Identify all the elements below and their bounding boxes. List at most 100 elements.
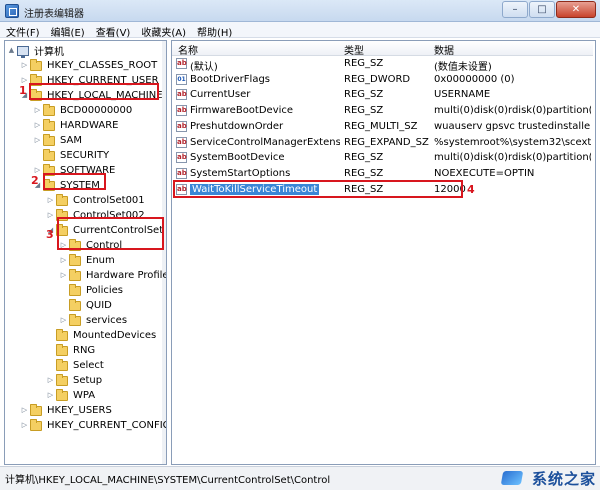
expand-toggle-icon[interactable]: ▷ bbox=[59, 256, 68, 265]
registry-tree: ▲ 计算机 ▷ HKEY_CLASSES_ROOT ▷ HKEY_CURRENT_USER… bbox=[4, 40, 167, 465]
tree-node-label: SAM bbox=[60, 135, 83, 146]
tree-node[interactable]: ▷ SAM bbox=[33, 133, 83, 148]
minimize-button[interactable]: – bbox=[502, 1, 528, 18]
tree-node[interactable]: SECURITY bbox=[33, 148, 110, 163]
expand-toggle-icon[interactable]: ▲ bbox=[7, 46, 16, 55]
value-data: 0x00000000 (0) bbox=[434, 73, 515, 85]
value-type: REG_MULTI_SZ bbox=[344, 120, 418, 132]
annotation-box-1 bbox=[29, 83, 159, 100]
tree-node[interactable]: ▷ HKEY_CURRENT_CONFIG bbox=[20, 418, 167, 433]
tree-scrollbar[interactable] bbox=[162, 41, 166, 464]
tree-node-label: Enum bbox=[86, 255, 115, 266]
folder-icon bbox=[56, 343, 68, 356]
expand-toggle-icon[interactable]: ▷ bbox=[20, 406, 29, 415]
value-data: NOEXECUTE=OPTIN bbox=[434, 167, 535, 179]
value-row[interactable]: ab PreshutdownOrder REG_MULTI_SZ wuauserv g… bbox=[172, 120, 593, 135]
tree-node[interactable]: ▲ 计算机 bbox=[7, 43, 65, 58]
tree-node-label: WPA bbox=[73, 390, 96, 401]
house-logo-icon bbox=[498, 467, 528, 489]
tree-node-label: SECURITY bbox=[60, 150, 110, 161]
annotation-box-2 bbox=[43, 173, 106, 190]
expand-toggle-icon[interactable]: ▷ bbox=[20, 61, 29, 70]
tree-node[interactable]: ▷ services bbox=[59, 313, 128, 328]
tree-node[interactable]: Policies bbox=[59, 283, 124, 298]
menu-view[interactable]: 查看(V) bbox=[90, 22, 136, 39]
value-row[interactable]: ab ServiceControlManagerExtension REG_EXPA… bbox=[172, 136, 593, 151]
value-row[interactable]: ab (默认) REG_SZ (数值未设置) bbox=[172, 57, 593, 73]
close-button[interactable]: ✕ bbox=[556, 1, 596, 18]
expand-toggle-icon[interactable]: ▷ bbox=[33, 106, 42, 115]
string-value-icon: ab bbox=[176, 58, 187, 69]
tree-node-label: HARDWARE bbox=[60, 120, 119, 131]
value-name-text: CurrentUser bbox=[190, 89, 251, 101]
tree-node[interactable]: Select bbox=[46, 358, 105, 373]
string-value-icon: ab bbox=[176, 105, 187, 117]
value-type: REG_SZ bbox=[344, 89, 384, 101]
tree-node[interactable]: ▷ HKEY_CLASSES_ROOT bbox=[20, 58, 158, 73]
folder-icon bbox=[30, 58, 42, 71]
expand-toggle-icon[interactable]: ▷ bbox=[33, 136, 42, 145]
maximize-button[interactable]: □ bbox=[529, 1, 555, 18]
folder-icon bbox=[69, 283, 81, 296]
value-row[interactable]: ab CurrentUser REG_SZ USERNAME bbox=[172, 88, 593, 103]
expand-toggle-icon[interactable]: ▷ bbox=[20, 421, 29, 430]
folder-icon bbox=[56, 388, 68, 401]
menu-help[interactable]: 帮助(H) bbox=[191, 22, 237, 39]
tree-node-label: Select bbox=[73, 360, 104, 371]
tree-node-label: HKEY_USERS bbox=[47, 405, 112, 416]
expand-toggle-icon[interactable]: ▷ bbox=[59, 271, 68, 280]
string-value-icon: ab bbox=[176, 89, 187, 101]
menu-favorites[interactable]: 收藏夹(A) bbox=[135, 22, 191, 39]
tree-node-label: QUID bbox=[86, 300, 112, 311]
tree-node-label: 计算机 bbox=[34, 47, 64, 58]
folder-icon bbox=[43, 118, 55, 131]
annotation-number-3: 3 bbox=[46, 228, 54, 241]
title-bar: 注册表编辑器 – □ ✕ bbox=[0, 0, 600, 22]
tree-node[interactable]: ▷ ControlSet001 bbox=[46, 193, 146, 208]
expand-toggle-icon[interactable]: ▷ bbox=[46, 391, 55, 400]
expand-toggle-icon[interactable]: ▷ bbox=[46, 196, 55, 205]
column-name-header[interactable]: 名称 bbox=[178, 42, 198, 57]
tree-node[interactable]: ▷ HKEY_USERS bbox=[20, 403, 113, 418]
column-data-header[interactable]: 数据 bbox=[434, 42, 454, 57]
value-data: multi(0)disk(0)rdisk(0)partition(1) bbox=[434, 152, 591, 164]
expand-toggle-icon[interactable]: ▷ bbox=[59, 316, 68, 325]
value-row[interactable]: 01 BootDriverFlags REG_DWORD 0x00000000 (0) bbox=[172, 73, 593, 88]
value-row[interactable]: ab SystemBootDevice REG_SZ multi(0)disk(0)r… bbox=[172, 151, 593, 166]
folder-icon bbox=[56, 193, 68, 206]
value-data: USERNAME bbox=[434, 89, 491, 101]
menu-file[interactable]: 文件(F) bbox=[0, 22, 45, 39]
folder-icon bbox=[43, 103, 55, 116]
value-name-text: FirmwareBootDevice bbox=[190, 105, 294, 117]
menu-edit[interactable]: 编辑(E) bbox=[45, 22, 90, 39]
annotation-number-1: 1 bbox=[19, 84, 27, 97]
window-title: 注册表编辑器 bbox=[24, 9, 84, 20]
folder-icon bbox=[30, 403, 42, 416]
column-type-header[interactable]: 类型 bbox=[344, 42, 364, 57]
tree-node[interactable]: ▷ BCD00000000 bbox=[33, 103, 133, 118]
annotation-number-2: 2 bbox=[31, 174, 39, 187]
tree-node[interactable]: MountedDevices bbox=[46, 328, 157, 343]
tree-node[interactable]: ▷ Setup bbox=[46, 373, 103, 388]
tree-node[interactable]: RNG bbox=[46, 343, 96, 358]
tree-node[interactable]: QUID bbox=[59, 298, 113, 313]
folder-icon bbox=[30, 418, 42, 431]
tree-node-label: Hardware Profile bbox=[86, 270, 167, 281]
value-type: REG_EXPAND_SZ bbox=[344, 136, 429, 148]
value-name: PreshutdownOrder bbox=[190, 121, 340, 132]
expand-toggle-icon[interactable]: ▷ bbox=[46, 376, 55, 385]
expand-toggle-icon[interactable]: ▷ bbox=[46, 211, 55, 220]
expand-toggle-icon[interactable]: ▷ bbox=[33, 121, 42, 130]
folder-icon bbox=[56, 358, 68, 371]
value-row[interactable]: ab FirmwareBootDevice REG_SZ multi(0)disk(0… bbox=[172, 104, 593, 119]
tree-node[interactable]: ▷ Enum bbox=[59, 253, 116, 268]
tree-node[interactable]: ▷ WPA bbox=[46, 388, 96, 403]
tree-node-label: HKEY_CURRENT_CONFIG bbox=[47, 420, 167, 431]
folder-icon bbox=[43, 133, 55, 146]
tree-node[interactable]: ▷ HARDWARE bbox=[33, 118, 119, 133]
regedit-icon bbox=[5, 4, 19, 18]
tree-node[interactable]: ▷ Hardware Profile bbox=[59, 268, 167, 283]
